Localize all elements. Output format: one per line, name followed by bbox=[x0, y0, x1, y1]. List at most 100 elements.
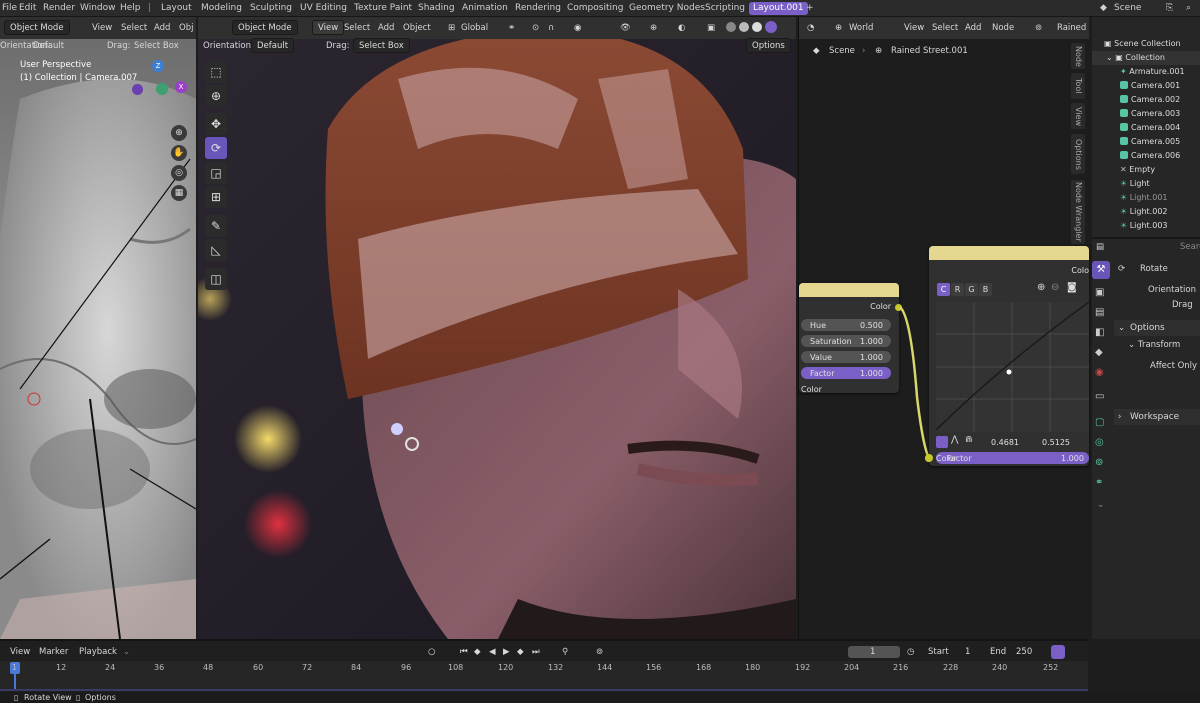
next-keyframe-icon[interactable]: ◆ bbox=[517, 646, 524, 658]
copy-icon[interactable]: ⎘ bbox=[1166, 3, 1173, 14]
end-value[interactable]: 250 bbox=[1016, 646, 1032, 658]
outliner-item[interactable]: Camera.001 bbox=[1092, 79, 1200, 93]
annotate-tool-icon[interactable]: ✎ bbox=[205, 215, 227, 237]
zoom-icon[interactable]: ⊕ bbox=[171, 125, 187, 141]
transform-subsection-title[interactable]: Transform bbox=[1138, 339, 1180, 351]
menu-render[interactable]: Render bbox=[43, 3, 75, 14]
move-tool-icon[interactable]: ✥ bbox=[205, 113, 227, 135]
measure-tool-icon[interactable]: ◺ bbox=[205, 239, 227, 261]
menu-edit[interactable]: Edit bbox=[19, 3, 36, 14]
scene-name[interactable]: Scene bbox=[1114, 3, 1141, 14]
menu-select[interactable]: Select bbox=[121, 22, 147, 34]
shading-wireframe-icon[interactable] bbox=[726, 22, 736, 32]
add-cube-tool-icon[interactable]: ◫ bbox=[205, 268, 227, 290]
clock-icon[interactable]: ◷ bbox=[907, 646, 914, 658]
outliner-item[interactable]: Camera.003 bbox=[1092, 107, 1200, 121]
channel-g-button[interactable]: G bbox=[965, 283, 978, 296]
gizmo-x-icon[interactable]: X bbox=[175, 81, 187, 93]
menu-window[interactable]: Window bbox=[80, 3, 116, 14]
play-icon[interactable]: ▶ bbox=[503, 646, 510, 658]
workspace-panel-header[interactable]: › Workspace bbox=[1114, 409, 1200, 425]
outliner-scene-collection[interactable]: ▣ Scene Collection bbox=[1092, 37, 1200, 51]
tab-animation[interactable]: Animation bbox=[462, 3, 508, 14]
outliner-item[interactable]: Camera.006 bbox=[1092, 149, 1200, 163]
transform-tool-icon[interactable]: ⊞ bbox=[205, 186, 227, 208]
tab-uv-editing[interactable]: UV Editing bbox=[300, 3, 347, 14]
jump-start-icon[interactable]: ⏮ bbox=[460, 646, 468, 658]
prev-keyframe-icon[interactable]: ◆ bbox=[474, 646, 481, 658]
rotate-tool-icon[interactable]: ⟳ bbox=[205, 137, 227, 159]
object-mode-dropdown[interactable]: Object Mode bbox=[232, 20, 298, 35]
properties-panel[interactable]: ▤ Searc ⚒ ▣ ▤ ◧ ◆ ◉ ▭ ▢ ◎ ⊚ ⚭ ⌄ ⟳ Rotate… bbox=[1092, 237, 1200, 639]
render-tab-icon[interactable]: ▣ bbox=[1095, 287, 1104, 298]
zoom-out-icon[interactable]: ⊖ bbox=[1051, 282, 1059, 293]
menu-select[interactable]: Select bbox=[344, 22, 370, 34]
main-render-viewport[interactable]: ⬚ ⊕ ✥ ⟳ ◲ ⊞ ✎ ◺ ◫ bbox=[198, 39, 796, 639]
gizmo-y-icon[interactable] bbox=[156, 83, 168, 95]
shader-node-editor[interactable]: ◔ ⊕ World View Select Add Node ⊚ Rained … bbox=[798, 17, 1089, 639]
channel-c-button[interactable]: C bbox=[937, 283, 950, 296]
zoom-in-icon[interactable]: ⊕ bbox=[1037, 282, 1045, 293]
tab-modeling[interactable]: Modeling bbox=[201, 3, 242, 14]
keying-set-icon[interactable]: ⊚ bbox=[596, 646, 603, 658]
tab-texture-paint[interactable]: Texture Paint bbox=[354, 3, 412, 14]
scene-tab-icon[interactable]: ◆ bbox=[1095, 347, 1103, 358]
proportional-edit-icon[interactable]: ◉ bbox=[574, 22, 581, 34]
node-header[interactable] bbox=[929, 246, 1089, 260]
drag-dropdown[interactable]: Select Box bbox=[353, 38, 410, 53]
tab-scripting[interactable]: Scripting bbox=[705, 3, 745, 14]
pivot-icon[interactable]: ⚭ bbox=[508, 22, 515, 34]
object-tab-icon[interactable]: ▢ bbox=[1095, 417, 1104, 428]
left-3d-viewport[interactable]: User Perspective (1) Collection | Camera… bbox=[0, 39, 196, 639]
physics-tab-icon[interactable]: ◎ bbox=[1095, 437, 1104, 448]
keyframe-filter-icon[interactable]: ⚲ bbox=[562, 646, 568, 658]
expand-icon[interactable]: ⌄ bbox=[1106, 53, 1115, 62]
menu-view[interactable]: View bbox=[92, 22, 112, 34]
gizmo-z-icon[interactable]: Z bbox=[152, 60, 164, 72]
collection-tab-icon[interactable]: ▭ bbox=[1095, 391, 1104, 402]
outliner-collection[interactable]: ⌄ ▣ Collection bbox=[1092, 51, 1200, 65]
curve-clip-icon[interactable]: ◙ bbox=[1067, 282, 1077, 293]
record-icon[interactable]: ○ bbox=[428, 646, 435, 658]
search-icon[interactable]: ⌕ bbox=[1186, 3, 1191, 14]
outliner-item[interactable]: ✕ Empty bbox=[1092, 163, 1200, 177]
tab-geometry-nodes[interactable]: Geometry Nodes bbox=[629, 3, 705, 14]
outliner-item[interactable]: Camera.005 bbox=[1092, 135, 1200, 149]
world-tab-icon[interactable]: ◉ bbox=[1095, 367, 1104, 378]
tab-compositing[interactable]: Compositing bbox=[567, 3, 623, 14]
select-box-tool-icon[interactable]: ⬚ bbox=[205, 61, 227, 83]
outliner-item[interactable]: ☀ Light bbox=[1092, 177, 1200, 191]
orientation-dropdown[interactable]: Default bbox=[251, 38, 295, 53]
chevron-down-icon[interactable]: ⌄ bbox=[1128, 339, 1135, 351]
menu-view[interactable]: View bbox=[10, 646, 30, 658]
smooth-handle-icon[interactable] bbox=[936, 436, 948, 448]
auto-clamp-icon[interactable]: ⋒ bbox=[965, 435, 973, 445]
overlay-toggle-icon[interactable]: ◐ bbox=[678, 22, 685, 34]
cursor-tool-icon[interactable]: ⊕ bbox=[205, 85, 227, 107]
pan-hand-icon[interactable]: ✋ bbox=[171, 145, 187, 161]
grid-view-icon[interactable]: ▦ bbox=[171, 185, 187, 201]
curve-graph[interactable] bbox=[936, 302, 1089, 432]
tab-layout-001[interactable]: Layout.001 bbox=[749, 2, 808, 15]
tab-layout[interactable]: Layout bbox=[161, 3, 192, 14]
drag-dropdown[interactable]: Select Box bbox=[134, 40, 179, 52]
snap-icon[interactable]: ⊙ bbox=[532, 22, 539, 34]
menu-help[interactable]: Help bbox=[120, 3, 141, 14]
visibility-icon[interactable]: 👁 bbox=[620, 22, 631, 34]
data-tab-icon[interactable]: ⚭ bbox=[1095, 477, 1103, 488]
shading-material-icon[interactable] bbox=[752, 22, 762, 32]
outliner-item[interactable]: ☀ Light.001 bbox=[1092, 191, 1200, 205]
rgb-curves-node[interactable]: Colo C R G B ⊕ ⊖ ◙ ⋀ ⋒ 0.4681 0.5125 Fac… bbox=[925, 246, 1089, 466]
xray-icon[interactable]: ▣ bbox=[707, 22, 715, 34]
view-layer-tab-icon[interactable]: ◧ bbox=[1095, 327, 1104, 338]
outliner-item[interactable]: ✦ Armature.001 bbox=[1092, 65, 1200, 79]
menu-marker[interactable]: Marker bbox=[39, 646, 68, 658]
object-mode-dropdown[interactable]: Object Mode bbox=[4, 20, 70, 35]
properties-search[interactable]: Searc bbox=[1180, 241, 1200, 253]
camera-view-icon[interactable]: ◎ bbox=[171, 165, 187, 181]
view-toggle-icon[interactable] bbox=[1051, 645, 1065, 659]
menu-object[interactable]: Obj bbox=[179, 22, 193, 34]
orientation-dropdown[interactable]: Default bbox=[33, 40, 64, 52]
transform-space-dropdown[interactable]: Global bbox=[461, 22, 488, 34]
outliner-item[interactable]: ☀ Light.003 bbox=[1092, 219, 1200, 233]
